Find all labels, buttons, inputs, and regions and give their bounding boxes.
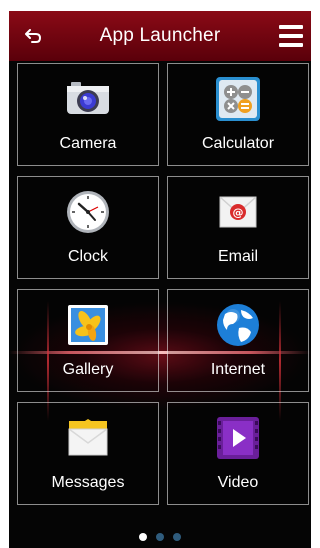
- gallery-icon: [65, 302, 111, 348]
- app-label: Email: [217, 248, 258, 265]
- page-indicator: [9, 533, 311, 541]
- app-label: Messages: [51, 474, 125, 491]
- app-label: Gallery: [62, 361, 114, 378]
- messages-icon: [65, 415, 111, 461]
- app-tile-video[interactable]: Video: [167, 402, 309, 505]
- phone-screen: App Launcher Camera Calculator Clock @ E…: [9, 11, 311, 548]
- camera-icon: [65, 76, 111, 122]
- app-tile-camera[interactable]: Camera: [17, 63, 159, 166]
- page-title: App Launcher: [99, 25, 221, 46]
- hamburger-menu-icon[interactable]: [279, 25, 303, 47]
- clock-icon: [65, 189, 111, 235]
- app-label: Camera: [59, 135, 117, 152]
- app-label: Video: [217, 474, 259, 491]
- app-tile-clock[interactable]: Clock: [17, 176, 159, 279]
- page-dot-2[interactable]: [156, 533, 164, 541]
- app-tile-calculator[interactable]: Calculator: [167, 63, 309, 166]
- app-label: Internet: [210, 361, 266, 378]
- back-arrow-icon[interactable]: [23, 24, 43, 48]
- email-icon: @: [215, 189, 261, 235]
- app-label: Clock: [67, 248, 108, 265]
- globe-icon: [215, 302, 261, 348]
- page-dot-1[interactable]: [139, 533, 147, 541]
- app-header: App Launcher: [9, 11, 311, 61]
- page-dot-3[interactable]: [173, 533, 181, 541]
- app-tile-internet[interactable]: Internet: [167, 289, 309, 392]
- calculator-icon: [215, 76, 261, 122]
- app-tile-gallery[interactable]: Gallery: [17, 289, 159, 392]
- app-tile-email[interactable]: @ Email: [167, 176, 309, 279]
- video-icon: [215, 415, 261, 461]
- svg-text:@: @: [233, 206, 244, 219]
- app-tile-messages[interactable]: Messages: [17, 402, 159, 505]
- app-label: Calculator: [201, 135, 275, 152]
